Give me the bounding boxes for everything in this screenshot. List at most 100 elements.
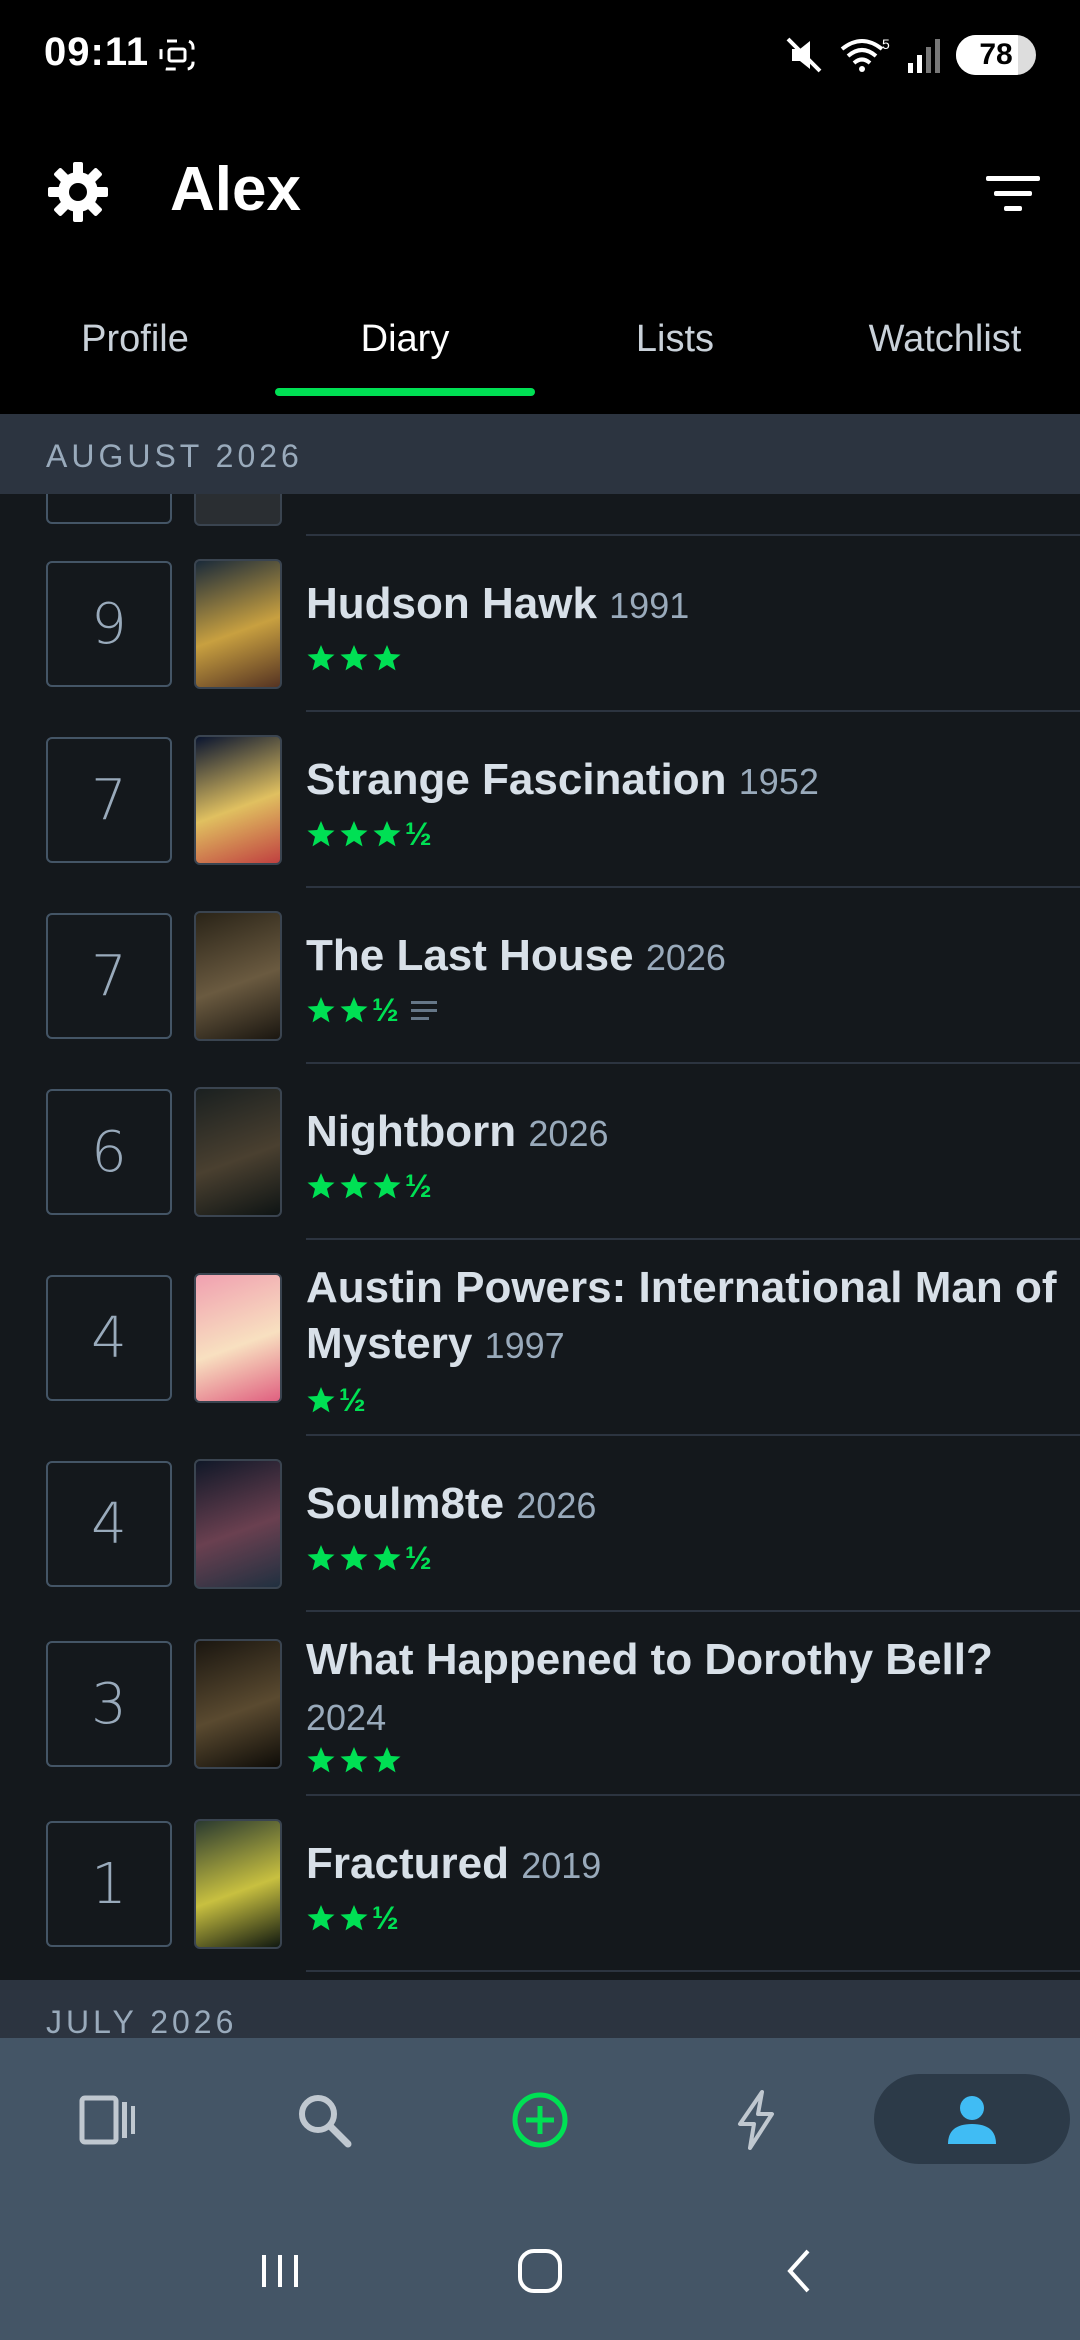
tab-label: Lists bbox=[635, 318, 715, 360]
filter-icon[interactable] bbox=[984, 168, 1042, 218]
star-icon bbox=[340, 645, 368, 671]
star-icon bbox=[373, 1173, 401, 1199]
divider bbox=[306, 1970, 1080, 1972]
svg-text:5: 5 bbox=[882, 36, 890, 52]
nav-films[interactable] bbox=[0, 2038, 216, 2202]
day-box: 7 bbox=[46, 737, 172, 863]
star-icon bbox=[340, 821, 368, 847]
month-header: JULY 2026 bbox=[0, 1980, 1080, 2038]
diary-entry[interactable]: 7 Strange Fascination 1952 ½ bbox=[0, 712, 1080, 888]
screenshot-icon bbox=[159, 39, 195, 71]
day-box: 1 bbox=[46, 1821, 172, 1947]
film-title: Fractured bbox=[306, 1839, 509, 1888]
gear-icon[interactable] bbox=[46, 160, 110, 224]
film-title-line: Austin Powers: International Man of Myst… bbox=[306, 1260, 1066, 1374]
nav-activity[interactable] bbox=[648, 2038, 864, 2202]
film-year: 2024 bbox=[306, 1697, 387, 1738]
back-icon[interactable] bbox=[770, 2241, 830, 2301]
review-icon bbox=[410, 1001, 437, 1020]
film-title: What Happened to Dorothy Bell? bbox=[306, 1635, 993, 1684]
film-title-line: Fractured 2019 bbox=[306, 1836, 1066, 1894]
star-icon bbox=[340, 1905, 368, 1931]
half-star-icon: ½ bbox=[372, 1900, 399, 1936]
half-star-icon: ½ bbox=[405, 816, 432, 852]
diary-entry[interactable]: 3 What Happened to Dorothy Bell? 2024 bbox=[0, 1612, 1080, 1796]
star-rating: ½ bbox=[306, 1168, 432, 1204]
half-star-icon: ½ bbox=[405, 1540, 432, 1576]
nav-profile[interactable] bbox=[864, 2038, 1080, 2202]
diary-entry[interactable]: 9 Hudson Hawk 1991 bbox=[0, 536, 1080, 712]
tab-profile[interactable]: Profile bbox=[0, 302, 270, 396]
tab-diary[interactable]: Diary bbox=[270, 302, 540, 396]
tab-active-indicator bbox=[275, 388, 535, 396]
film-title-line: Strange Fascination 1952 bbox=[306, 752, 1066, 810]
tab-lists[interactable]: Lists bbox=[540, 302, 810, 396]
status-time: 09:11 bbox=[44, 30, 150, 74]
star-rating: ½ bbox=[306, 816, 432, 852]
home-icon[interactable] bbox=[510, 2241, 570, 2301]
star-rating: ½ bbox=[306, 1540, 432, 1576]
film-title-line: What Happened to Dorothy Bell? 2024 bbox=[306, 1632, 1066, 1746]
star-rating bbox=[306, 1742, 405, 1778]
diary-entry[interactable]: 4 Soulm8te 2026 ½ bbox=[0, 1436, 1080, 1612]
film-title-line: Nightborn 2026 bbox=[306, 1104, 1066, 1162]
film-title: Soulm8te bbox=[306, 1479, 505, 1528]
status-icons: 5 78 bbox=[784, 32, 1036, 78]
signal-icon bbox=[908, 39, 940, 73]
star-rating: ½ bbox=[306, 992, 442, 1028]
diary-entry[interactable]: 7 The Last House 2026 ½ bbox=[0, 888, 1080, 1064]
diary-entry[interactable]: 1 Fractured 2019 ½ bbox=[0, 1796, 1080, 1972]
star-icon bbox=[307, 997, 335, 1023]
star-icon bbox=[373, 821, 401, 847]
film-title-line: Soulm8te 2026 bbox=[306, 1476, 1066, 1534]
film-title-line: Hudson Hawk 1991 bbox=[306, 576, 1066, 634]
bottom-nav bbox=[0, 2038, 1080, 2202]
star-icon bbox=[373, 1747, 401, 1773]
nav-add[interactable] bbox=[432, 2038, 648, 2202]
page-title: Alex bbox=[170, 155, 301, 224]
diary-entry[interactable]: 6 Nightborn 2026 ½ bbox=[0, 1064, 1080, 1240]
film-title: Austin Powers: International Man of Myst… bbox=[306, 1263, 1057, 1368]
profile-icon bbox=[948, 2096, 996, 2144]
star-icon bbox=[340, 997, 368, 1023]
diary-list[interactable]: AUGUST 2026 9 Hudson Hawk 1991 7 Strange Fa… bbox=[0, 414, 1080, 2038]
mute-icon bbox=[786, 37, 822, 73]
film-title: Nightborn bbox=[306, 1107, 517, 1156]
recent-apps-icon[interactable] bbox=[250, 2241, 310, 2301]
film-title: Strange Fascination bbox=[306, 755, 727, 804]
film-year: 2026 bbox=[645, 937, 726, 978]
poster bbox=[194, 1639, 282, 1769]
star-icon bbox=[307, 1545, 335, 1571]
films-icon bbox=[79, 2095, 135, 2145]
film-year: 2026 bbox=[516, 1485, 597, 1526]
star-icon bbox=[340, 1747, 368, 1773]
star-rating bbox=[306, 640, 405, 676]
poster bbox=[194, 559, 282, 689]
poster bbox=[194, 735, 282, 865]
tab-watchlist[interactable]: Watchlist bbox=[810, 302, 1080, 396]
film-year: 2019 bbox=[521, 1845, 602, 1886]
film-title: Hudson Hawk bbox=[306, 579, 597, 628]
star-icon bbox=[340, 1173, 368, 1199]
poster bbox=[194, 1819, 282, 1949]
half-star-icon: ½ bbox=[405, 1168, 432, 1204]
film-year: 1952 bbox=[738, 761, 819, 802]
star-icon bbox=[373, 1545, 401, 1571]
profile-tabs: Profile Diary Lists Watchlist bbox=[0, 302, 1080, 396]
diary-entry[interactable]: 4 Austin Powers: International Man of Mys… bbox=[0, 1240, 1080, 1436]
battery-indicator: 78 bbox=[956, 35, 1036, 75]
film-title: The Last House bbox=[306, 931, 634, 980]
star-icon bbox=[307, 645, 335, 671]
status-bar: 09:11 5 78 bbox=[0, 0, 1080, 112]
half-star-icon: ½ bbox=[372, 992, 399, 1028]
lightning-icon bbox=[738, 2090, 774, 2150]
star-icon bbox=[307, 1905, 335, 1931]
star-rating: ½ bbox=[306, 1900, 399, 1936]
star-icon bbox=[307, 1173, 335, 1199]
half-star-icon: ½ bbox=[339, 1382, 366, 1418]
day-box: 4 bbox=[46, 1275, 172, 1401]
poster bbox=[194, 1087, 282, 1217]
diary-entry-partial[interactable] bbox=[0, 414, 1080, 536]
nav-search[interactable] bbox=[216, 2038, 432, 2202]
star-icon bbox=[307, 821, 335, 847]
